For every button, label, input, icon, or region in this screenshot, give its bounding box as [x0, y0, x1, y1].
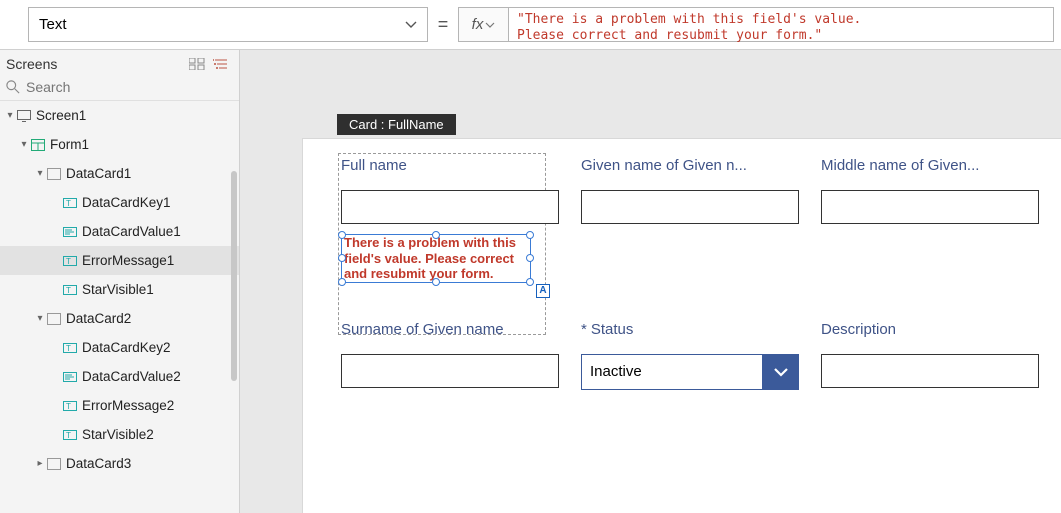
chevron-down-icon — [405, 19, 417, 31]
tree-item-dck1[interactable]: T DataCardKey1 — [0, 188, 239, 217]
resize-handle[interactable] — [432, 278, 440, 286]
tree-item-label: DataCard3 — [66, 456, 131, 471]
field-middlename[interactable]: Middle name of Given... — [821, 157, 1039, 283]
resize-handle[interactable] — [526, 278, 534, 286]
scrollbar[interactable] — [231, 171, 237, 381]
text-icon: T — [62, 283, 78, 297]
text-icon: T — [62, 254, 78, 268]
tree-item-label: Screen1 — [36, 108, 86, 123]
field-description[interactable]: Description — [821, 321, 1039, 390]
label-surname: Surname of Given name — [341, 321, 559, 338]
text-icon: T — [62, 341, 78, 355]
text-icon: T — [62, 196, 78, 210]
field-givenname[interactable]: Given name of Given n... — [581, 157, 799, 283]
label-description: Description — [821, 321, 1039, 338]
field-status[interactable]: *Status Inactive — [581, 321, 799, 390]
svg-text:T: T — [66, 286, 71, 295]
resize-handle[interactable] — [526, 254, 534, 262]
tree-item-label: StarVisible2 — [82, 427, 154, 442]
formula-bar: Text = fx "There is a problem with this … — [0, 0, 1061, 50]
property-dropdown[interactable]: Text — [28, 7, 428, 42]
tree-item-dc1[interactable]: ▾ DataCard1 — [0, 159, 239, 188]
tree-title: Screens — [6, 56, 57, 72]
form-surface[interactable]: Full name There is a problem with this f… — [302, 138, 1061, 513]
svg-text:T: T — [66, 402, 71, 411]
value-icon — [62, 225, 78, 239]
tree-view: ▾ Screen1 ▾ Form1 ▾ DataCard1 T DataCardKey1 Dat… — [0, 101, 239, 513]
input-surname[interactable] — [341, 354, 559, 388]
tree-item-label: DataCardValue1 — [82, 224, 181, 239]
resize-handle[interactable] — [432, 231, 440, 239]
search-input[interactable] — [26, 79, 231, 95]
tree-item-label: StarVisible1 — [82, 282, 154, 297]
tree-item-dcv2[interactable]: DataCardValue2 — [0, 362, 239, 391]
property-dropdown-value: Text — [39, 16, 67, 33]
resize-handle[interactable] — [338, 278, 346, 286]
tree-item-em1[interactable]: T ErrorMessage1 — [0, 246, 239, 275]
card-icon — [46, 167, 62, 181]
tree-panel: Screens ▾ Screen1 ▾ Form1 ▾ DataCard1 T DataCar… — [0, 50, 240, 513]
svg-text:T: T — [66, 431, 71, 440]
expand-icon[interactable]: ▸ — [34, 458, 46, 469]
tree-item-dck2[interactable]: T DataCardKey2 — [0, 333, 239, 362]
label-middlename: Middle name of Given... — [821, 157, 1039, 174]
form-icon — [30, 138, 46, 152]
tree-item-label: DataCardKey2 — [82, 340, 171, 355]
search-icon — [6, 80, 20, 94]
collapse-icon[interactable]: ▾ — [34, 313, 46, 324]
tree-view-icon[interactable] — [213, 57, 229, 71]
chevron-down-icon[interactable] — [763, 354, 799, 390]
svg-text:T: T — [66, 199, 71, 208]
tree-item-dcv1[interactable]: DataCardValue1 — [0, 217, 239, 246]
tree-item-label: DataCardValue2 — [82, 369, 181, 384]
tree-item-label: ErrorMessage1 — [82, 253, 174, 268]
error-message-selected[interactable]: There is a problem with this field's val… — [341, 234, 531, 283]
field-fullname[interactable]: Full name There is a problem with this f… — [341, 157, 559, 283]
tree-item-em2[interactable]: T ErrorMessage2 — [0, 391, 239, 420]
label-givenname: Given name of Given n... — [581, 157, 799, 174]
text-icon: T — [62, 399, 78, 413]
collapse-icon[interactable]: ▾ — [18, 139, 30, 150]
tree-item-sv2[interactable]: T StarVisible2 — [0, 420, 239, 449]
tree-item-dc2[interactable]: ▾ DataCard2 — [0, 304, 239, 333]
equals-sign: = — [428, 0, 458, 49]
collapse-icon[interactable]: ▾ — [4, 110, 16, 121]
control-type-badge: A — [536, 284, 550, 298]
card-icon — [46, 457, 62, 471]
svg-text:T: T — [66, 344, 71, 353]
tree-item-label: DataCardKey1 — [82, 195, 171, 210]
tree-item-label: DataCard1 — [66, 166, 131, 181]
resize-handle[interactable] — [526, 231, 534, 239]
label-status: *Status — [581, 321, 799, 338]
error-message-text: There is a problem with this field's val… — [342, 235, 530, 282]
input-description[interactable] — [821, 354, 1039, 388]
input-middlename[interactable] — [821, 190, 1039, 224]
value-icon — [62, 370, 78, 384]
status-value: Inactive — [581, 354, 763, 390]
collapse-icon[interactable]: ▾ — [34, 168, 46, 179]
fx-button[interactable]: fx — [458, 7, 508, 42]
status-dropdown[interactable]: Inactive — [581, 354, 799, 390]
thumbnail-view-icon[interactable] — [189, 57, 205, 71]
svg-text:T: T — [66, 257, 71, 266]
tree-item-form1[interactable]: ▾ Form1 — [0, 130, 239, 159]
tree-item-label: DataCard2 — [66, 311, 131, 326]
screen-icon — [16, 109, 32, 123]
tree-item-dc3[interactable]: ▸ DataCard3 — [0, 449, 239, 478]
tree-item-label: Form1 — [50, 137, 89, 152]
label-fullname: Full name — [341, 157, 559, 174]
text-icon: T — [62, 428, 78, 442]
card-tooltip: Card : FullName — [337, 114, 456, 135]
resize-handle[interactable] — [338, 231, 346, 239]
input-fullname[interactable] — [341, 190, 559, 224]
field-surname[interactable]: Surname of Given name — [341, 321, 559, 390]
tree-item-sv1[interactable]: T StarVisible1 — [0, 275, 239, 304]
tree-item-screen1[interactable]: ▾ Screen1 — [0, 101, 239, 130]
input-givenname[interactable] — [581, 190, 799, 224]
tree-item-label: ErrorMessage2 — [82, 398, 174, 413]
canvas[interactable]: Card : FullName Full name There is a pro… — [240, 50, 1061, 513]
formula-input[interactable]: "There is a problem with this field's va… — [508, 7, 1054, 42]
card-icon — [46, 312, 62, 326]
